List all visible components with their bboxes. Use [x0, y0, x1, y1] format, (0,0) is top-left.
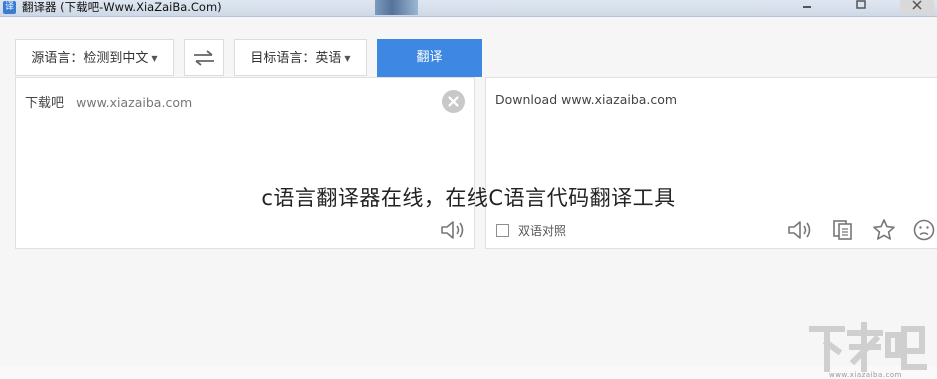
speaker-icon — [788, 221, 811, 239]
close-button[interactable] — [900, 0, 934, 14]
swap-arrows-icon — [194, 49, 214, 66]
source-text-input[interactable]: 下载吧 www.xiazaiba.com — [25, 92, 192, 111]
bilingual-label: 双语对照 — [518, 224, 567, 238]
watermark-site-text: www.xiazaiba.com — [829, 371, 902, 379]
source-language-label: 源语言：检测到中文 — [31, 51, 149, 66]
source-text-cn: 下载吧 — [25, 96, 65, 111]
output-speaker-button[interactable] — [786, 218, 814, 242]
watermark-logo-icon — [809, 322, 927, 372]
bilingual-checkbox[interactable] — [496, 224, 509, 237]
favorite-button[interactable] — [870, 217, 898, 243]
clear-input-button[interactable] — [442, 90, 465, 113]
source-language-select[interactable]: 源语言：检测到中文 ▼ — [15, 39, 174, 76]
maximize-button[interactable] — [848, 0, 874, 14]
minimize-icon — [803, 6, 811, 8]
window-bottom-strip — [0, 366, 937, 379]
translate-button[interactable]: 翻译 — [377, 39, 482, 77]
swap-languages-button[interactable] — [184, 39, 224, 76]
smile-icon — [913, 219, 935, 241]
source-text-panel[interactable]: 下载吧 www.xiazaiba.com — [15, 77, 475, 249]
app-translate-icon: 译 — [3, 1, 16, 14]
chevron-down-icon: ▼ — [151, 54, 158, 63]
translation-output-text: Download www.xiazaiba.com — [495, 92, 678, 107]
background-window-thumbnail — [375, 0, 418, 15]
target-language-select[interactable]: 目标语言：英语 ▼ — [234, 39, 367, 76]
speaker-icon — [441, 221, 464, 239]
window-title: 翻译器 (下载吧-Www.XiaZaiBa.Com) — [22, 0, 222, 14]
bilingual-toggle[interactable]: 双语对照 — [496, 222, 566, 239]
chevron-down-icon: ▼ — [344, 54, 351, 63]
target-language-label: 目标语言：英语 — [250, 51, 342, 66]
source-text-url: www.xiazaiba.com — [76, 95, 193, 110]
overlay-caption: c语言翻译器在线，在线C语言代码翻译工具 — [261, 186, 676, 210]
close-icon — [912, 0, 922, 10]
source-speaker-button[interactable] — [439, 218, 467, 242]
clear-x-icon — [448, 96, 459, 107]
feedback-button[interactable] — [910, 217, 937, 243]
translation-output-panel: Download www.xiazaiba.com 双语对照 — [485, 77, 937, 249]
copy-button[interactable] — [830, 218, 856, 242]
star-icon — [873, 219, 895, 240]
maximize-icon — [856, 0, 866, 9]
copy-icon — [833, 220, 852, 240]
minimize-button[interactable] — [794, 0, 820, 14]
window-title-bar: 译 翻译器 (下载吧-Www.XiaZaiBa.Com) — [0, 0, 937, 17]
